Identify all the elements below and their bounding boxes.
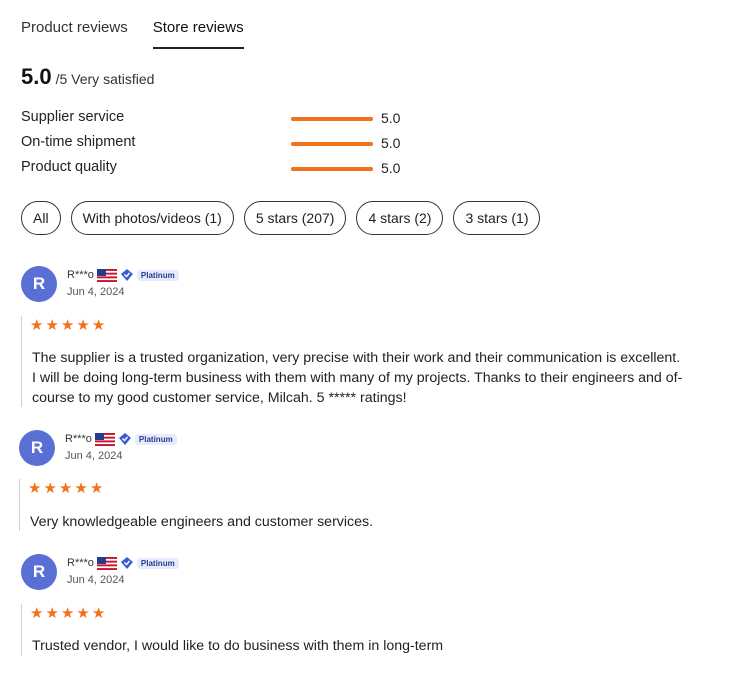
- us-flag-icon: [96, 268, 117, 282]
- star-rating: ★ ★ ★ ★ ★: [30, 318, 105, 333]
- metric-value: 5.0: [381, 110, 401, 126]
- star-icon: ★: [76, 605, 90, 622]
- review-text-line: I will be doing long-term business with …: [32, 370, 683, 386]
- filter-5-stars-button[interactable]: 5 stars (207): [243, 201, 347, 235]
- star-rating: ★ ★ ★ ★ ★: [30, 606, 105, 621]
- overall-score: 5.0: [21, 64, 52, 89]
- platinum-badge: Platinum: [136, 557, 179, 569]
- metric-bar-fill: [291, 117, 373, 121]
- metric-label: Product quality: [21, 159, 117, 175]
- review-text-line: Trusted vendor, I would like to do busin…: [32, 638, 444, 654]
- star-icon: ★: [28, 480, 42, 497]
- platinum-badge: Platinum: [136, 269, 179, 281]
- avatar: R: [21, 554, 57, 590]
- tab-product-reviews[interactable]: Product reviews: [21, 19, 128, 49]
- filter-all-button[interactable]: All: [21, 201, 61, 235]
- us-flag-icon: [96, 556, 117, 570]
- filter-photos-button[interactable]: With photos/videos (1): [70, 201, 234, 235]
- metric-row: Supplier service 5.0: [21, 108, 421, 133]
- star-icon: ★: [74, 480, 88, 497]
- review-date: Jun 4, 2024: [67, 286, 125, 298]
- verified-diamond-icon: [120, 269, 133, 281]
- star-icon: ★: [45, 605, 59, 622]
- metric-bar-fill: [291, 142, 373, 146]
- metric-bar-fill: [291, 167, 373, 171]
- metric-bar: [291, 117, 373, 121]
- verified-diamond-icon: [120, 557, 133, 569]
- reviewer-info: R***o Platinum: [67, 268, 179, 282]
- review-body: ★ ★ ★ ★ ★ The supplier is a trusted organiza…: [21, 316, 747, 407]
- tab-store-reviews[interactable]: Store reviews: [152, 19, 244, 49]
- overall-rating: 5.0 /5 Very satisfied: [21, 64, 154, 90]
- reviewer-info: R***o Platinum: [65, 432, 177, 446]
- star-icon: ★: [91, 605, 106, 622]
- review-text-line: course to my good customer service, Milc…: [32, 390, 407, 406]
- platinum-badge: Platinum: [134, 433, 177, 445]
- star-icon: ★: [30, 605, 44, 622]
- review-filters: All With photos/videos (1) 5 stars (207)…: [21, 201, 541, 235]
- review-date: Jun 4, 2024: [65, 450, 123, 462]
- review-text: Very knowledgeable engineers and custome…: [30, 512, 750, 532]
- star-icon: ★: [60, 605, 75, 622]
- review-body: ★ ★ ★ ★ ★ Trusted vendor, I would like to do…: [21, 604, 747, 656]
- review-text: The supplier is a trusted organization, …: [32, 348, 750, 408]
- star-icon: ★: [91, 317, 106, 334]
- metric-row: Product quality 5.0: [21, 158, 421, 183]
- avatar: R: [21, 266, 57, 302]
- review-tabs: Product reviews Store reviews: [21, 19, 244, 49]
- review-text-line: The supplier is a trusted organization, …: [32, 350, 681, 366]
- metric-value: 5.0: [381, 135, 401, 151]
- star-icon: ★: [76, 317, 90, 334]
- metric-label: On-time shipment: [21, 134, 136, 150]
- star-icon: ★: [43, 480, 57, 497]
- star-icon: ★: [30, 317, 44, 334]
- star-icon: ★: [60, 317, 75, 334]
- star-rating: ★ ★ ★ ★ ★: [28, 481, 103, 496]
- us-flag-icon: [94, 432, 115, 446]
- star-icon: ★: [45, 317, 59, 334]
- metric-bar: [291, 142, 373, 146]
- reviewer-name: R***o: [65, 433, 92, 445]
- review-date: Jun 4, 2024: [67, 574, 125, 586]
- filter-3-stars-button[interactable]: 3 stars (1): [453, 201, 541, 235]
- avatar: R: [19, 430, 55, 466]
- metric-value: 5.0: [381, 160, 401, 176]
- review-body: ★ ★ ★ ★ ★ Very knowledgeable engineers and c…: [19, 479, 747, 531]
- rating-metrics: Supplier service 5.0 On-time shipment 5.…: [21, 108, 421, 183]
- metric-row: On-time shipment 5.0: [21, 133, 421, 158]
- metric-label: Supplier service: [21, 109, 125, 125]
- verified-diamond-icon: [118, 433, 131, 445]
- review-text-line: Very knowledgeable engineers and custome…: [30, 514, 374, 530]
- star-icon: ★: [58, 480, 73, 497]
- overall-score-label: /5 Very satisfied: [55, 71, 155, 87]
- star-icon: ★: [89, 480, 104, 497]
- reviewer-info: R***o Platinum: [67, 556, 179, 570]
- metric-bar: [291, 167, 373, 171]
- review-text: Trusted vendor, I would like to do busin…: [32, 636, 750, 656]
- reviewer-name: R***o: [67, 557, 94, 569]
- filter-4-stars-button[interactable]: 4 stars (2): [356, 201, 444, 235]
- reviewer-name: R***o: [67, 269, 94, 281]
